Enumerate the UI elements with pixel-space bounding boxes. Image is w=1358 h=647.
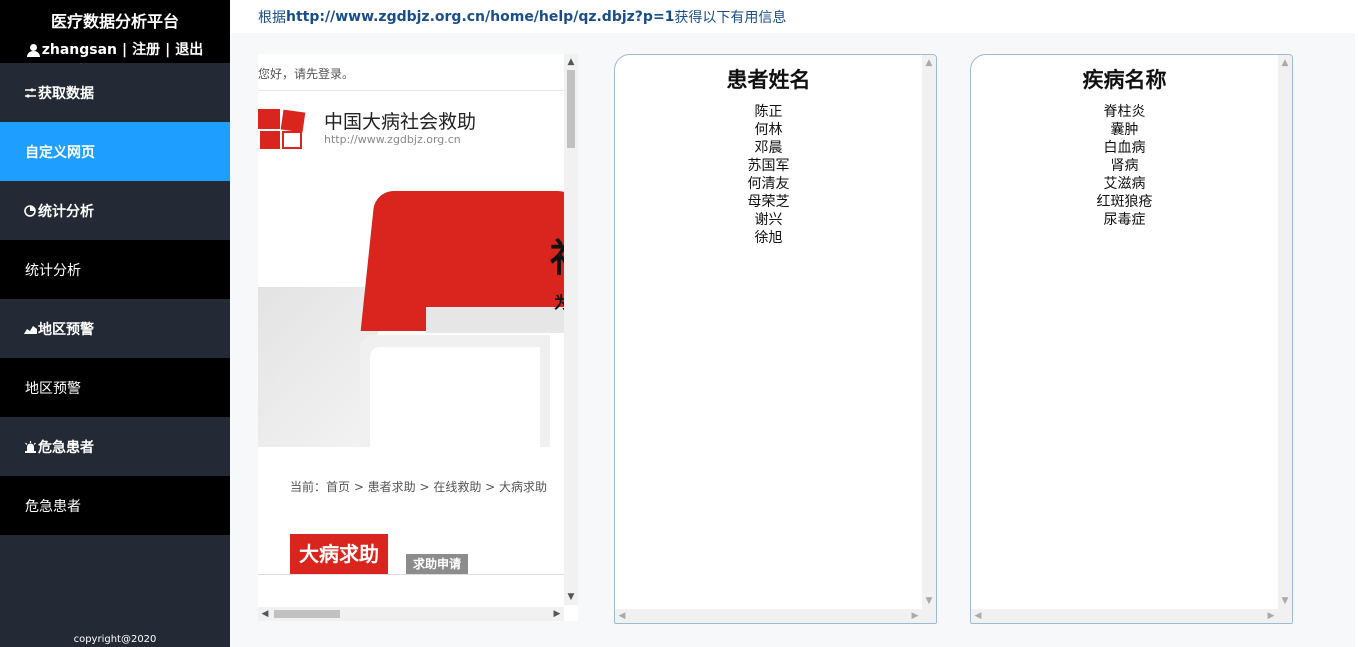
- list-item: 谢兴: [754, 212, 783, 228]
- list-item: 陈正: [754, 104, 783, 120]
- list-item: 尿毒症: [1103, 212, 1146, 228]
- banner-text: 社: [550, 227, 564, 282]
- list-item: 白血病: [1103, 140, 1146, 156]
- logo-text: 中国大病社会救助 http://www.zgdbjz.org.cn: [324, 111, 476, 147]
- menu-label: 获取数据: [38, 85, 94, 102]
- embedded-webpage-viewport: 您好，请先登录。 中国大病社会救助 http://www.zgdbjz.org.…: [258, 54, 564, 605]
- menu-label: 地区预警: [38, 321, 94, 338]
- horizontal-scrollbar[interactable]: ◀ ▶: [258, 607, 564, 621]
- scroll-left-icon[interactable]: ◀: [971, 611, 985, 621]
- main-content: 根据 http://www.zgdbjz.org.cn/home/help/qz…: [230, 0, 1355, 647]
- scrollbar-thumb[interactable]: [567, 70, 575, 148]
- copyright: copyright@2020: [73, 634, 157, 645]
- scroll-down-icon[interactable]: ▼: [922, 596, 936, 606]
- menu-group-get-data[interactable]: 获取数据: [0, 63, 230, 122]
- horizontal-scrollbar[interactable]: ◀ ▶: [971, 609, 1278, 623]
- scroll-up-icon[interactable]: ▲: [1278, 58, 1292, 68]
- menu-label: 危急患者: [25, 498, 81, 515]
- logout-link[interactable]: 退出: [175, 42, 203, 58]
- list-item: 红斑狼疮: [1096, 194, 1153, 210]
- alarm-icon: [25, 440, 36, 453]
- scrollbar-thumb[interactable]: [274, 610, 340, 618]
- menu-item-region-warning[interactable]: 地区预警: [0, 358, 230, 417]
- sidebar-header: 医疗数据分析平台 zhangsan | 注册 | 退出: [0, 0, 230, 63]
- user-bar: zhangsan | 注册 | 退出: [0, 42, 230, 58]
- scroll-down-icon[interactable]: ▼: [1278, 596, 1292, 606]
- menu-item-statistics[interactable]: 统计分析: [0, 240, 230, 299]
- separator: |: [165, 42, 171, 58]
- pie-chart-icon: [24, 204, 36, 217]
- list-item: 徐旭: [754, 230, 783, 246]
- scroll-left-icon[interactable]: ◀: [258, 609, 272, 619]
- scroll-right-icon[interactable]: ▶: [908, 611, 922, 621]
- scroll-up-icon[interactable]: ▲: [922, 58, 936, 68]
- logo-mark-icon: [258, 109, 306, 149]
- site-logo[interactable]: 中国大病社会救助 http://www.zgdbjz.org.cn: [258, 109, 564, 149]
- scroll-right-icon[interactable]: ▶: [1264, 611, 1278, 621]
- menu-item-custom-webpage[interactable]: 自定义网页: [0, 122, 230, 181]
- scroll-right-icon[interactable]: ▶: [550, 609, 564, 619]
- menu-item-critical-patients[interactable]: 危急患者: [0, 476, 230, 535]
- scroll-up-icon[interactable]: ▲: [564, 57, 578, 67]
- username[interactable]: zhangsan: [42, 42, 117, 58]
- disease-names-title: 疾病名称: [1082, 68, 1167, 92]
- patient-names-title: 患者姓名: [726, 68, 811, 92]
- user-icon: [26, 43, 40, 57]
- source-suffix: 获得以下有用信息: [674, 9, 787, 26]
- list-item: 何清友: [747, 176, 790, 192]
- source-info: 根据 http://www.zgdbjz.org.cn/home/help/qz…: [230, 0, 1355, 33]
- menu-label: 统计分析: [38, 203, 94, 220]
- list-item: 苏国军: [747, 158, 790, 174]
- tab-apply-help[interactable]: 求助申请: [406, 554, 469, 574]
- register-link[interactable]: 注册: [132, 42, 160, 58]
- source-prefix: 根据: [258, 9, 286, 26]
- banner-image: 社 为: [258, 167, 564, 449]
- page-title: 大病求助: [290, 534, 388, 574]
- scroll-left-icon[interactable]: ◀: [615, 611, 629, 621]
- page-heading: 大病求助 求助申请: [258, 533, 564, 575]
- area-chart-icon: [24, 325, 37, 334]
- site-url: http://www.zgdbjz.org.cn: [324, 133, 461, 146]
- list-item: 邓晨: [754, 140, 783, 156]
- source-url[interactable]: http://www.zgdbjz.org.cn/home/help/qz.db…: [286, 9, 674, 25]
- disease-names-panel[interactable]: 疾病名称 脊柱炎 囊肿 白血病 肾病 艾滋病 红斑狼疮 尿毒症 ▲ ▼ ◀ ▶: [970, 54, 1293, 624]
- breadcrumb[interactable]: 当前：首页 > 患者求助 > 在线救助 > 大病求助: [258, 479, 564, 495]
- menu-group-region-warning[interactable]: 地区预警: [0, 299, 230, 358]
- list-item: 何林: [754, 122, 783, 138]
- vertical-scrollbar[interactable]: ▲ ▼: [1278, 55, 1292, 609]
- settings-icon: [25, 87, 36, 98]
- list-item: 母荣芝: [747, 194, 790, 210]
- separator: |: [122, 42, 128, 58]
- menu-label: 自定义网页: [25, 144, 95, 161]
- list-item: 囊肿: [1110, 122, 1139, 138]
- menu-group-statistics[interactable]: 统计分析: [0, 181, 230, 240]
- menu-label: 统计分析: [25, 262, 81, 279]
- sidebar: 医疗数据分析平台 zhangsan | 注册 | 退出 获取数据 自定义网页 统…: [0, 0, 230, 647]
- login-greeting[interactable]: 您好，请先登录。: [258, 54, 564, 91]
- patient-names-list: 陈正 何林 邓晨 苏国军 何清友 母荣芝 谢兴 徐旭: [615, 103, 936, 247]
- list-item: 肾病: [1110, 158, 1139, 174]
- menu-group-critical-patients[interactable]: 危急患者: [0, 417, 230, 476]
- disease-names-list: 脊柱炎 囊肿 白血病 肾病 艾滋病 红斑狼疮 尿毒症: [971, 103, 1292, 229]
- site-name: 中国大病社会救助: [324, 111, 477, 133]
- banner-subtext: 为: [554, 293, 564, 312]
- scrollbar-corner: [1278, 609, 1292, 623]
- vertical-scrollbar[interactable]: ▲ ▼: [922, 55, 936, 609]
- vertical-scrollbar[interactable]: ▲ ▼: [564, 54, 578, 605]
- scroll-down-icon[interactable]: ▼: [564, 592, 578, 602]
- embedded-webpage[interactable]: 您好，请先登录。 中国大病社会救助 http://www.zgdbjz.org.…: [258, 54, 578, 621]
- list-item: 艾滋病: [1103, 176, 1146, 192]
- horizontal-scrollbar[interactable]: ◀ ▶: [615, 609, 922, 623]
- patient-names-panel[interactable]: 患者姓名 陈正 何林 邓晨 苏国军 何清友 母荣芝 谢兴 徐旭 ▲ ▼ ◀ ▶: [614, 54, 937, 624]
- menu-label: 地区预警: [25, 380, 81, 397]
- menu-label: 危急患者: [38, 439, 94, 456]
- app-title: 医疗数据分析平台: [50, 12, 179, 31]
- scrollbar-corner: [922, 609, 936, 623]
- list-item: 脊柱炎: [1103, 104, 1146, 120]
